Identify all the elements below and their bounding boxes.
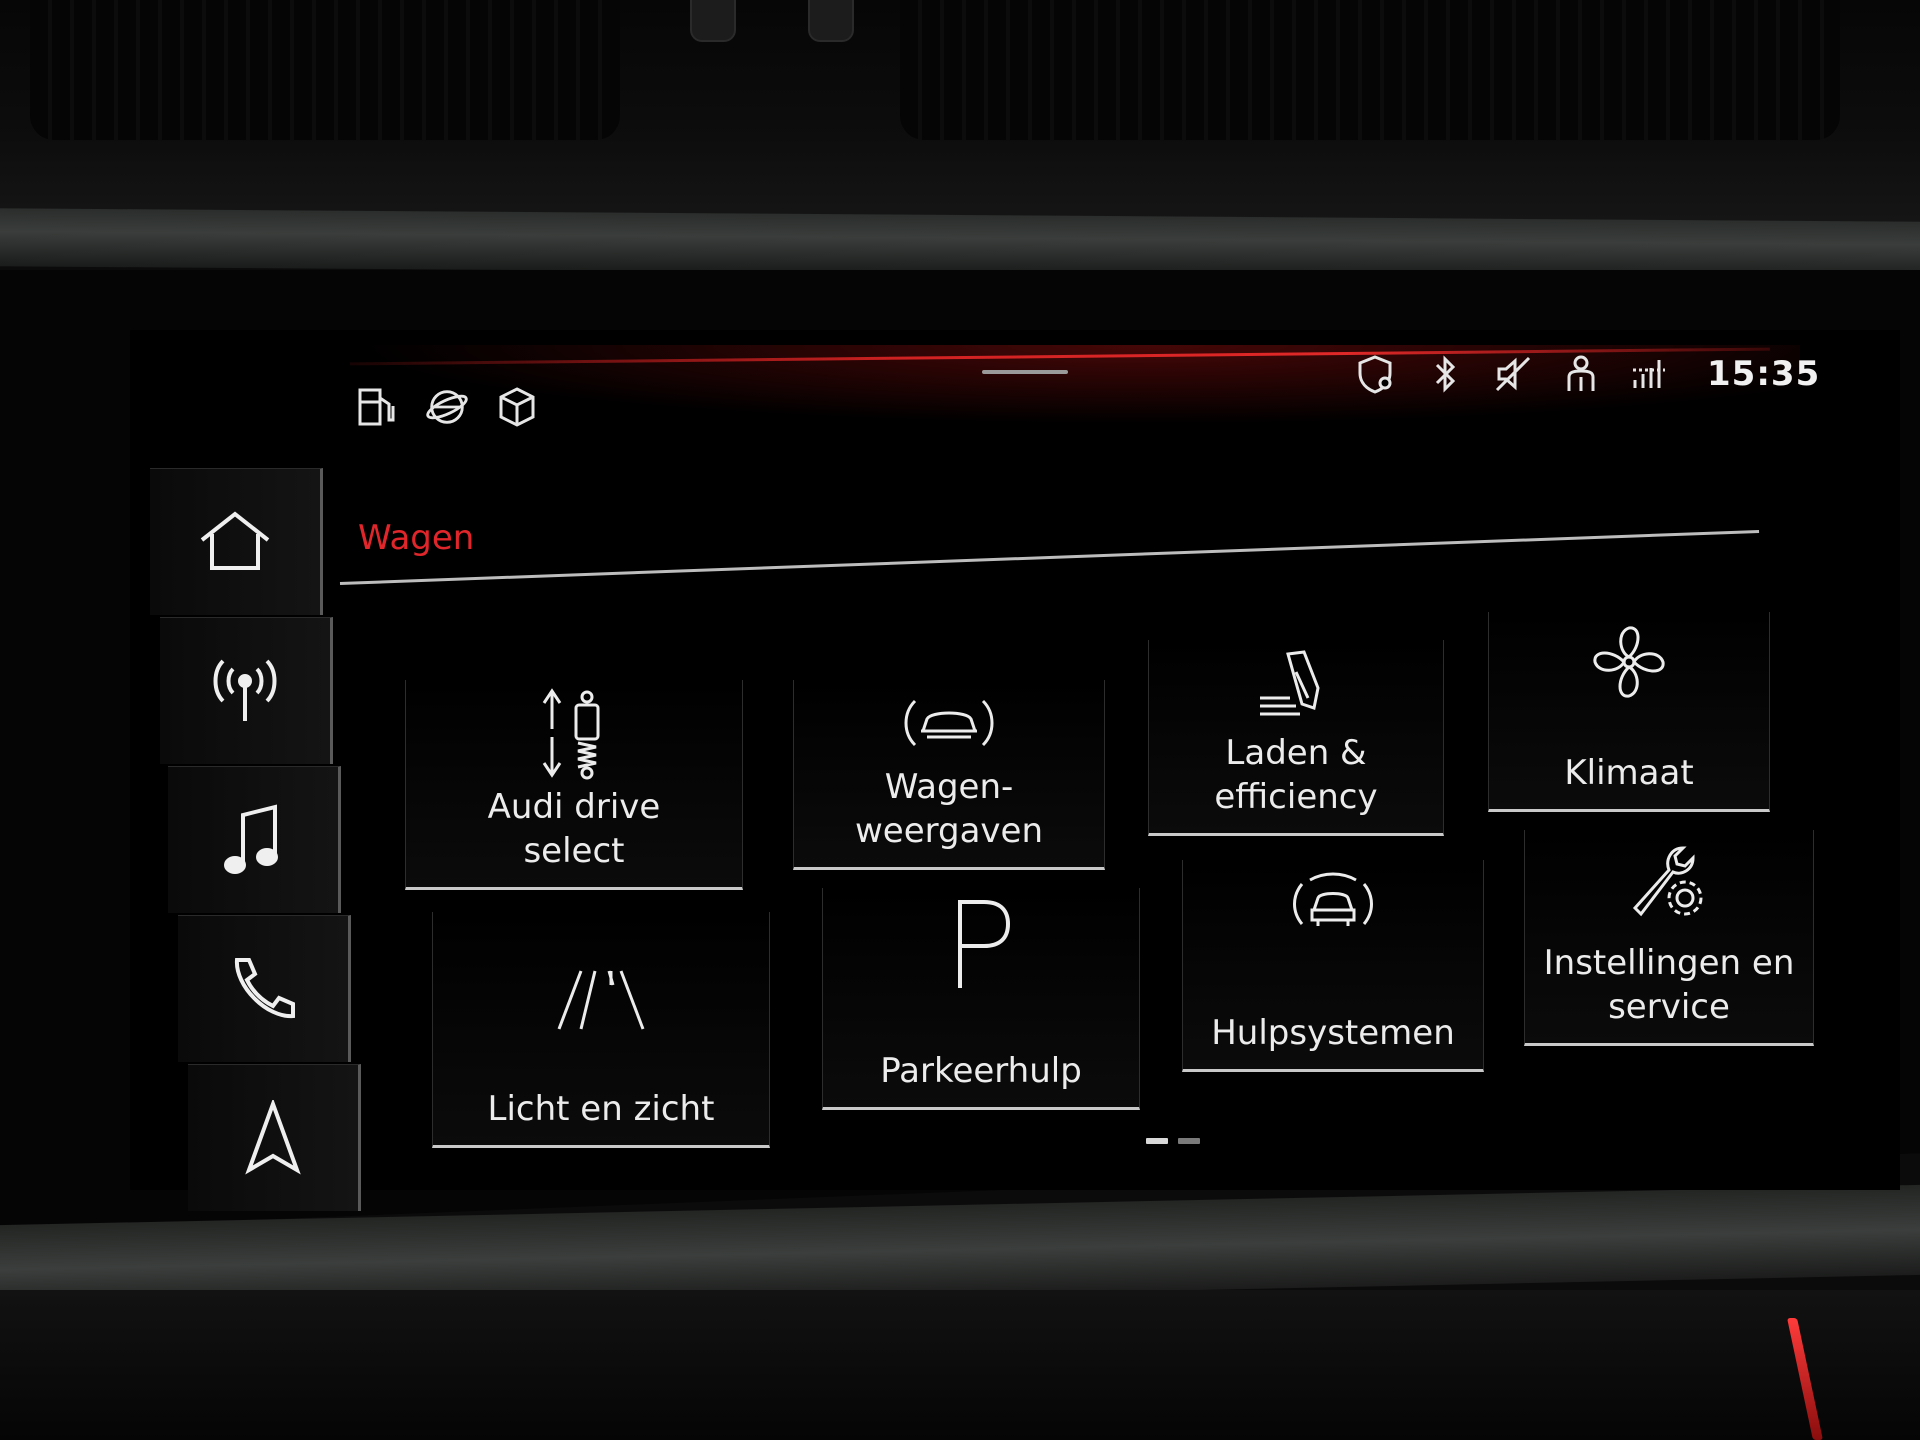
tile-laden-efficiency[interactable]: Laden & efficiency <box>1148 640 1444 836</box>
status-bar-left <box>355 385 539 429</box>
parking-icon <box>958 900 1011 988</box>
settings-wrench-icon <box>1632 846 1703 917</box>
status-bar-right: 15:35 <box>1355 352 1820 396</box>
center-console <box>0 1290 1920 1440</box>
tile-instellingen-en-service[interactable]: Instellingen en service <box>1524 830 1814 1046</box>
tile-audi-drive-select[interactable]: Audi drive select <box>405 680 743 890</box>
vent-tab <box>690 0 736 42</box>
signal-icon[interactable] <box>1627 352 1671 396</box>
phone-icon <box>234 958 295 1019</box>
drive-select-icon <box>542 687 600 779</box>
sidebar <box>150 468 361 1213</box>
tile-label: Wagen- weergaven <box>854 767 1044 851</box>
car-views-icon <box>904 699 994 746</box>
location-shield-icon[interactable] <box>1355 352 1399 396</box>
fan-icon <box>1593 626 1665 698</box>
screen-trim-top <box>0 208 1920 280</box>
tile-label: Hulpsystemen <box>1211 1013 1455 1053</box>
page-dot-active[interactable] <box>1146 1138 1168 1144</box>
tile-hulpsystemen[interactable]: Hulpsystemen <box>1182 860 1484 1072</box>
page-dot[interactable] <box>1178 1138 1200 1144</box>
tile-label: Audi drive select <box>487 787 661 871</box>
pull-down-handle[interactable] <box>982 370 1068 374</box>
home-icon <box>200 511 270 570</box>
assist-car-icon <box>1293 872 1373 926</box>
page-indicator[interactable] <box>1146 1138 1200 1144</box>
sidebar-item-radio[interactable] <box>160 617 333 764</box>
tile-label: Licht en zicht <box>487 1089 715 1129</box>
tile-label: Klimaat <box>1564 753 1694 793</box>
cube-icon[interactable] <box>495 385 539 429</box>
air-vent-right <box>900 0 1840 140</box>
tile-parkeerhulp[interactable]: Parkeerhulp <box>822 888 1140 1110</box>
page-title: Wagen <box>358 518 475 558</box>
sidebar-item-navigation[interactable] <box>188 1064 361 1211</box>
vent-tab <box>808 0 854 42</box>
bluetooth-icon[interactable] <box>1423 352 1467 396</box>
music-note-icon <box>224 804 278 874</box>
globe-icon[interactable] <box>425 385 469 429</box>
air-vent-left <box>30 0 620 140</box>
tile-label: Instellingen en service <box>1543 943 1795 1027</box>
clock: 15:35 <box>1707 354 1821 394</box>
radio-antenna-icon <box>213 659 277 721</box>
charging-plug-icon <box>1260 649 1320 715</box>
navigation-arrow-icon <box>245 1100 301 1175</box>
sidebar-item-home[interactable] <box>150 468 323 615</box>
tile-licht-en-zicht[interactable]: Licht en zicht <box>432 912 770 1148</box>
tile-label: Laden & efficiency <box>1214 733 1378 817</box>
mute-icon[interactable] <box>1491 352 1535 396</box>
sidebar-item-media[interactable] <box>168 766 341 913</box>
person-icon[interactable] <box>1559 352 1603 396</box>
tile-klimaat[interactable]: Klimaat <box>1488 612 1770 812</box>
tile-label: Parkeerhulp <box>880 1051 1082 1091</box>
road-light-icon <box>557 969 645 1030</box>
tile-wagen-weergaven[interactable]: Wagen- weergaven <box>793 680 1105 870</box>
fuel-icon[interactable] <box>355 385 399 429</box>
sidebar-item-phone[interactable] <box>178 915 351 1062</box>
